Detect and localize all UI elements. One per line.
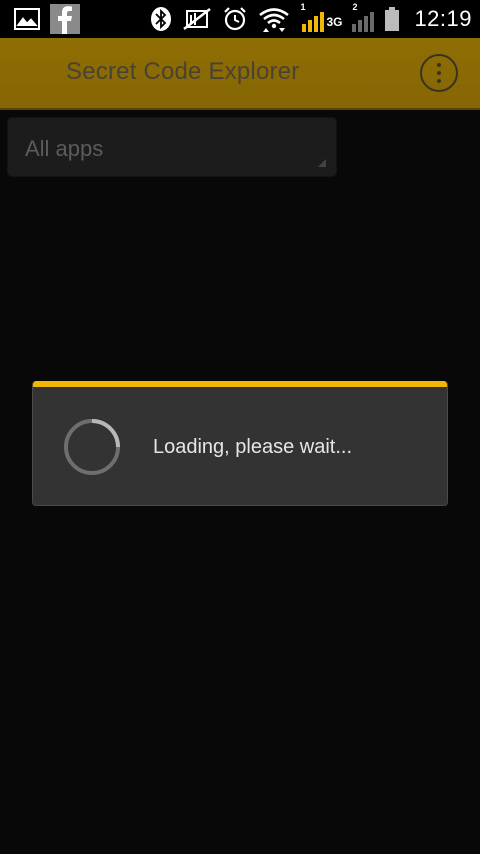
sim1-label: 1 <box>300 2 306 12</box>
bluetooth-icon <box>150 6 172 32</box>
sim2-label: 2 <box>352 2 358 12</box>
overflow-menu-button[interactable] <box>420 54 458 92</box>
mute-icon <box>182 7 212 31</box>
loading-message: Loading, please wait... <box>153 436 353 458</box>
network-type-label: 3G <box>326 15 343 29</box>
app-title: Secret Code Explorer <box>66 58 300 85</box>
gallery-icon <box>14 8 40 30</box>
progress-spinner-icon <box>64 419 120 475</box>
notification-icons <box>14 4 80 34</box>
overflow-dot <box>437 79 441 83</box>
alarm-icon <box>222 6 248 32</box>
system-icons: 1 3G 2 12:19 <box>150 2 472 32</box>
signal-sim1-icon: 1 3G <box>300 2 343 32</box>
overflow-dot <box>437 71 441 75</box>
action-bar: Secret Code Explorer <box>0 38 480 110</box>
clock: 12:19 <box>414 6 472 31</box>
loading-dialog: Loading, please wait... <box>32 381 448 506</box>
overflow-menu-icon <box>437 63 441 67</box>
facebook-icon <box>50 4 80 34</box>
signal-sim2-icon: 2 <box>350 2 375 32</box>
status-bar: 1 3G 2 12:19 <box>0 0 480 38</box>
wifi-icon <box>258 6 290 32</box>
battery-icon <box>384 6 400 32</box>
dialog-accent-bar <box>33 381 447 387</box>
